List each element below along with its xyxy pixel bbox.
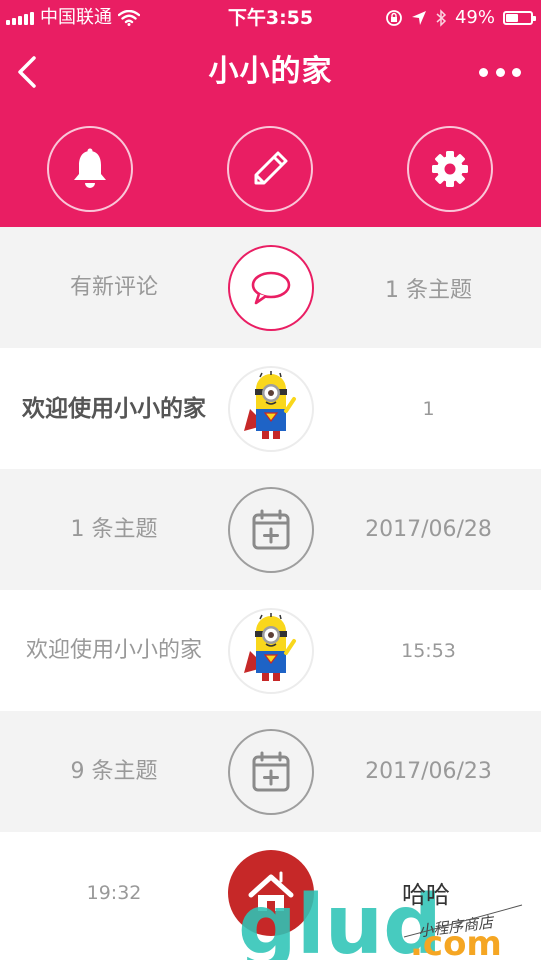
more-dots-icon	[479, 67, 488, 77]
time-label: 15:53	[401, 639, 456, 662]
topic-count: 1 条主题	[70, 516, 158, 542]
rotation-lock-icon	[386, 10, 402, 26]
status-right: 49%	[385, 0, 536, 36]
calendar-node	[228, 487, 314, 573]
edit-button[interactable]	[227, 126, 313, 212]
avatar[interactable]	[228, 366, 314, 452]
settings-button[interactable]	[407, 126, 493, 212]
watermark-title: 哈哈	[402, 881, 450, 909]
location-icon	[411, 11, 426, 25]
timeline-row-post[interactable]: 欢迎使用小小的家 15:53	[0, 590, 541, 711]
status-bar: 中国联通 下午3:55 49%	[0, 0, 541, 36]
row-left-label: 有新评论	[69, 274, 158, 300]
minion-avatar-icon	[244, 613, 296, 681]
avatar[interactable]	[228, 608, 314, 694]
row-right-label: 1 条主题	[385, 277, 472, 303]
timeline-row-date: 9 条主题 2017/06/23	[0, 711, 541, 832]
post-title: 欢迎使用小小的家	[22, 395, 206, 422]
calendar-node	[228, 729, 314, 815]
timeline-row-date: 1 条主题 2017/06/28	[0, 469, 541, 590]
header: 中国联通 下午3:55 49% 小小的家	[0, 0, 541, 227]
timeline: 有新评论 1 条主题 欢迎使用小小的家 1 1 条主题 2017/06/28 欢…	[0, 227, 541, 960]
time-label: 19:32	[86, 881, 142, 904]
watermark-logo: glud .com 哈哈 小程序商店	[238, 878, 523, 960]
calendar-add-icon	[252, 751, 290, 792]
page-title: 小小的家	[208, 54, 333, 89]
bell-icon	[74, 148, 106, 188]
minion-avatar-icon	[244, 371, 296, 439]
calendar-add-icon	[252, 509, 290, 550]
bluetooth-icon	[436, 9, 447, 27]
notifications-button[interactable]	[47, 126, 133, 212]
watermark: glud .com 哈哈 小程序商店	[232, 855, 532, 960]
timeline-row-new-comments[interactable]: 有新评论 1 条主题	[0, 227, 541, 348]
post-title: 欢迎使用小小的家	[25, 637, 202, 663]
row-right-label: 1	[422, 397, 435, 420]
topic-count: 9 条主题	[70, 758, 158, 784]
nav-bar: 小小的家	[0, 36, 541, 108]
more-button[interactable]	[479, 62, 521, 82]
battery-fill	[506, 14, 518, 22]
date-label: 2017/06/23	[365, 759, 492, 784]
battery-percent: 49%	[454, 7, 495, 28]
app-screen: 中国联通 下午3:55 49% 小小的家 有新评论 1 条主题 欢迎使用小小的家…	[0, 0, 541, 960]
comment-icon	[251, 271, 291, 305]
timeline-row-post[interactable]: 欢迎使用小小的家 1	[0, 348, 541, 469]
comment-node[interactable]	[228, 245, 314, 331]
gear-icon	[432, 151, 468, 187]
battery-icon	[503, 11, 536, 25]
date-label: 2017/06/28	[365, 517, 492, 542]
pencil-icon	[254, 151, 288, 185]
